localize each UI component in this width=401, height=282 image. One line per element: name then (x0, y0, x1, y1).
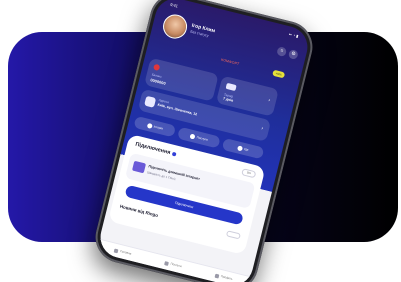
more-icon (236, 144, 243, 151)
avatar[interactable] (160, 12, 190, 42)
settings-icon[interactable]: ⚙ (287, 49, 299, 60)
grid-icon (164, 260, 170, 266)
status-indicators: ▪▪ ◔ ▮ (288, 31, 300, 39)
status-time: 9:41 (169, 1, 179, 9)
news-more-button[interactable] (225, 230, 241, 240)
chevron-right-icon: › (267, 97, 271, 104)
tab-profile[interactable]: Профіль (214, 273, 233, 281)
address-value: Київ, вул. Шевченка, 12 (157, 102, 198, 117)
balance-value: 0000000 (149, 77, 167, 86)
home-icon (113, 248, 119, 254)
services-icon (189, 132, 196, 140)
chip-more[interactable]: Ще (221, 137, 265, 160)
sheet-all-button[interactable]: Усі (241, 168, 257, 179)
bonus-badge: +5% (272, 69, 286, 79)
chip-services[interactable]: Послуги (177, 126, 221, 149)
chevron-right-icon: › (260, 125, 264, 132)
history-icon (146, 122, 153, 129)
badge-dot-icon (171, 151, 177, 157)
router-icon (225, 82, 237, 92)
chip-history[interactable]: Історія (133, 115, 177, 138)
home-icon (144, 95, 157, 108)
promo-icon (131, 160, 147, 174)
tab-services[interactable]: Послуги (164, 260, 182, 269)
scan-icon[interactable]: ⌗ (276, 46, 288, 58)
alert-dot-icon (153, 63, 161, 71)
user-icon (214, 273, 220, 279)
news-title: Новини від Ringo (119, 203, 159, 218)
tab-home[interactable]: Головна (113, 248, 132, 256)
bonus-label: КОМФОРТ (220, 57, 240, 67)
